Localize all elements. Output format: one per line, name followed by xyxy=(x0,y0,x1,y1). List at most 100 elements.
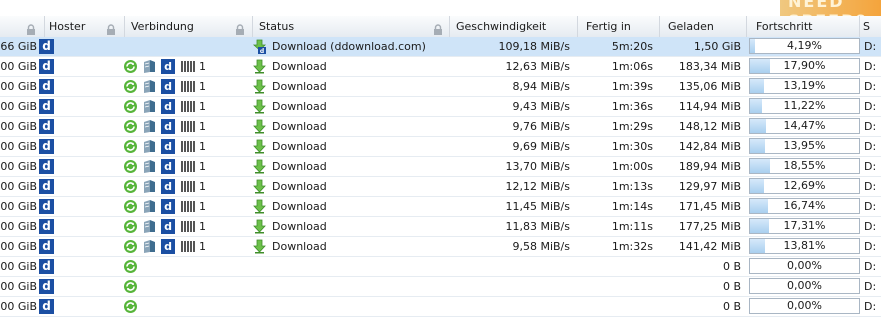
hoster-icon: d xyxy=(39,299,54,314)
speed-cell: 9,69 MiB/s xyxy=(512,140,570,153)
chunks-icon xyxy=(181,141,195,152)
column-hoster[interactable]: Hoster xyxy=(45,16,125,37)
table-row[interactable]: 00 GiB d 0 B 0,00% D: xyxy=(0,257,881,277)
eta-cell: 1m:30s xyxy=(611,140,653,153)
save-to-cell: D: xyxy=(864,80,877,93)
size-cell: 00 GiB xyxy=(0,100,37,113)
table-row[interactable]: 00 GiB d d 1 Download 9,69 MiB/s 1m:30s 142,84 … xyxy=(0,137,881,157)
refresh-icon[interactable] xyxy=(123,299,138,314)
table-row[interactable]: 00 GiB d 0 B 0,00% D: xyxy=(0,277,881,297)
refresh-icon[interactable] xyxy=(123,79,138,94)
table-row[interactable]: 00 GiB d d 1 Download 11,83 MiB/s 1m:11s 177,25… xyxy=(0,217,881,237)
column-fertig-in-label: Fertig in xyxy=(586,20,631,33)
book-icon xyxy=(142,79,157,94)
loaded-cell: 177,25 MiB xyxy=(678,220,741,233)
download-arrow-icon xyxy=(252,79,267,94)
save-to-cell: D: xyxy=(864,200,877,213)
progress-text: 14,47% xyxy=(783,119,826,132)
size-cell: 00 GiB xyxy=(0,80,37,93)
speed-cell xyxy=(450,297,570,316)
table-row[interactable]: 00 GiB d d 1 Download 11,45 MiB/s 1m:14s 171,45… xyxy=(0,197,881,217)
progress-bar: 13,95% xyxy=(749,138,860,154)
chunks-icon xyxy=(181,61,195,72)
eta-cell: 1m:06s xyxy=(611,60,653,73)
hoster-small-icon: d xyxy=(161,79,175,94)
refresh-icon[interactable] xyxy=(123,159,138,174)
progress-bar: 16,74% xyxy=(749,198,860,214)
table-row[interactable]: 00 GiB d 0 B 0,00% D: xyxy=(0,297,881,317)
download-arrow-icon xyxy=(252,99,267,114)
status-text: Download xyxy=(272,240,327,253)
loaded-cell: 1,50 GiB xyxy=(693,40,741,53)
column-verbindung[interactable]: Verbindung xyxy=(125,16,253,37)
speed-cell: 11,83 MiB/s xyxy=(505,220,570,233)
table-row[interactable]: 00 GiB d d 1 Download 8,94 MiB/s 1m:39s 135,06 … xyxy=(0,77,881,97)
progress-bar: 11,22% xyxy=(749,98,860,114)
loaded-cell: 189,94 MiB xyxy=(678,160,741,173)
table-row[interactable]: 00 GiB d d 1 Download 12,63 MiB/s 1m:06s 183,34… xyxy=(0,57,881,77)
size-cell: 00 GiB xyxy=(0,60,37,73)
refresh-icon[interactable] xyxy=(123,59,138,74)
table-row[interactable]: 00 GiB d d 1 Download 9,43 MiB/s 1m:36s 114,94 … xyxy=(0,97,881,117)
column-status-label: Status xyxy=(259,20,295,33)
chunks-icon xyxy=(181,121,195,132)
column-save-to[interactable]: S xyxy=(860,16,881,37)
column-geladen[interactable]: Geladen xyxy=(660,16,747,37)
save-to-cell: D: xyxy=(864,300,877,313)
loaded-cell: 135,06 MiB xyxy=(678,80,741,93)
hoster-small-icon: d xyxy=(161,179,175,194)
refresh-icon[interactable] xyxy=(123,259,138,274)
table-row[interactable]: 66 GiB d d Download (ddownload.com) 109,18 M… xyxy=(0,37,881,57)
progress-bar: 13,81% xyxy=(749,238,860,254)
hoster-small-icon: d xyxy=(161,159,175,174)
refresh-icon[interactable] xyxy=(123,139,138,154)
progress-text: 17,31% xyxy=(783,219,826,232)
column-fertig-in[interactable]: Fertig in xyxy=(578,16,660,37)
table-row[interactable]: 00 GiB d d 1 Download 9,58 MiB/s 1m:32s 141,42 … xyxy=(0,237,881,257)
status-text: Download xyxy=(272,200,327,213)
connections-count: 1 xyxy=(199,180,206,193)
hoster-small-icon: d xyxy=(161,219,175,234)
column-size[interactable] xyxy=(0,16,45,37)
loaded-cell: 183,34 MiB xyxy=(678,60,741,73)
refresh-icon[interactable] xyxy=(123,99,138,114)
refresh-icon[interactable] xyxy=(123,279,138,294)
hoster-small-icon: d xyxy=(161,59,175,74)
svg-text:d: d xyxy=(260,48,264,54)
progress-bar: 18,55% xyxy=(749,158,860,174)
chunks-icon xyxy=(181,81,195,92)
loaded-cell: 0 B xyxy=(722,300,741,313)
column-geschwindigkeit[interactable]: Geschwindigkeit xyxy=(450,16,578,37)
table-row[interactable]: 00 GiB d d 1 Download 9,76 MiB/s 1m:29s 148,12 … xyxy=(0,117,881,137)
column-status[interactable]: Status xyxy=(253,16,450,37)
hoster-icon: d xyxy=(39,59,54,74)
status-text: Download xyxy=(272,180,327,193)
progress-bar: 0,00% xyxy=(749,258,860,274)
chunks-icon xyxy=(181,221,195,232)
refresh-icon[interactable] xyxy=(123,179,138,194)
progress-bar: 17,90% xyxy=(749,58,860,74)
table-row[interactable]: 00 GiB d d 1 Download 13,70 MiB/s 1m:00s 189,94… xyxy=(0,157,881,177)
save-to-cell: D: xyxy=(864,60,877,73)
premium-banner[interactable]: NEED SPEED? xyxy=(780,0,881,16)
refresh-icon[interactable] xyxy=(123,119,138,134)
loaded-cell: 0 B xyxy=(722,280,741,293)
eta-cell: 1m:36s xyxy=(611,100,653,113)
size-cell: 00 GiB xyxy=(0,280,37,293)
speed-cell xyxy=(450,277,570,296)
lock-icon xyxy=(433,21,443,35)
speed-cell xyxy=(450,257,570,276)
refresh-icon[interactable] xyxy=(123,199,138,214)
save-to-cell: D: xyxy=(864,220,877,233)
save-to-cell: D: xyxy=(864,40,877,53)
size-cell: 00 GiB xyxy=(0,240,37,253)
column-geschwindigkeit-label: Geschwindigkeit xyxy=(456,20,547,33)
refresh-icon[interactable] xyxy=(123,239,138,254)
column-verbindung-label: Verbindung xyxy=(131,20,194,33)
column-fortschritt[interactable]: Fortschritt xyxy=(747,16,860,37)
refresh-icon[interactable] xyxy=(123,219,138,234)
table-row[interactable]: 00 GiB d d 1 Download 12,12 MiB/s 1m:13s 129,97… xyxy=(0,177,881,197)
eta-cell: 1m:13s xyxy=(611,180,653,193)
book-icon xyxy=(142,99,157,114)
progress-bar: 14,47% xyxy=(749,118,860,134)
